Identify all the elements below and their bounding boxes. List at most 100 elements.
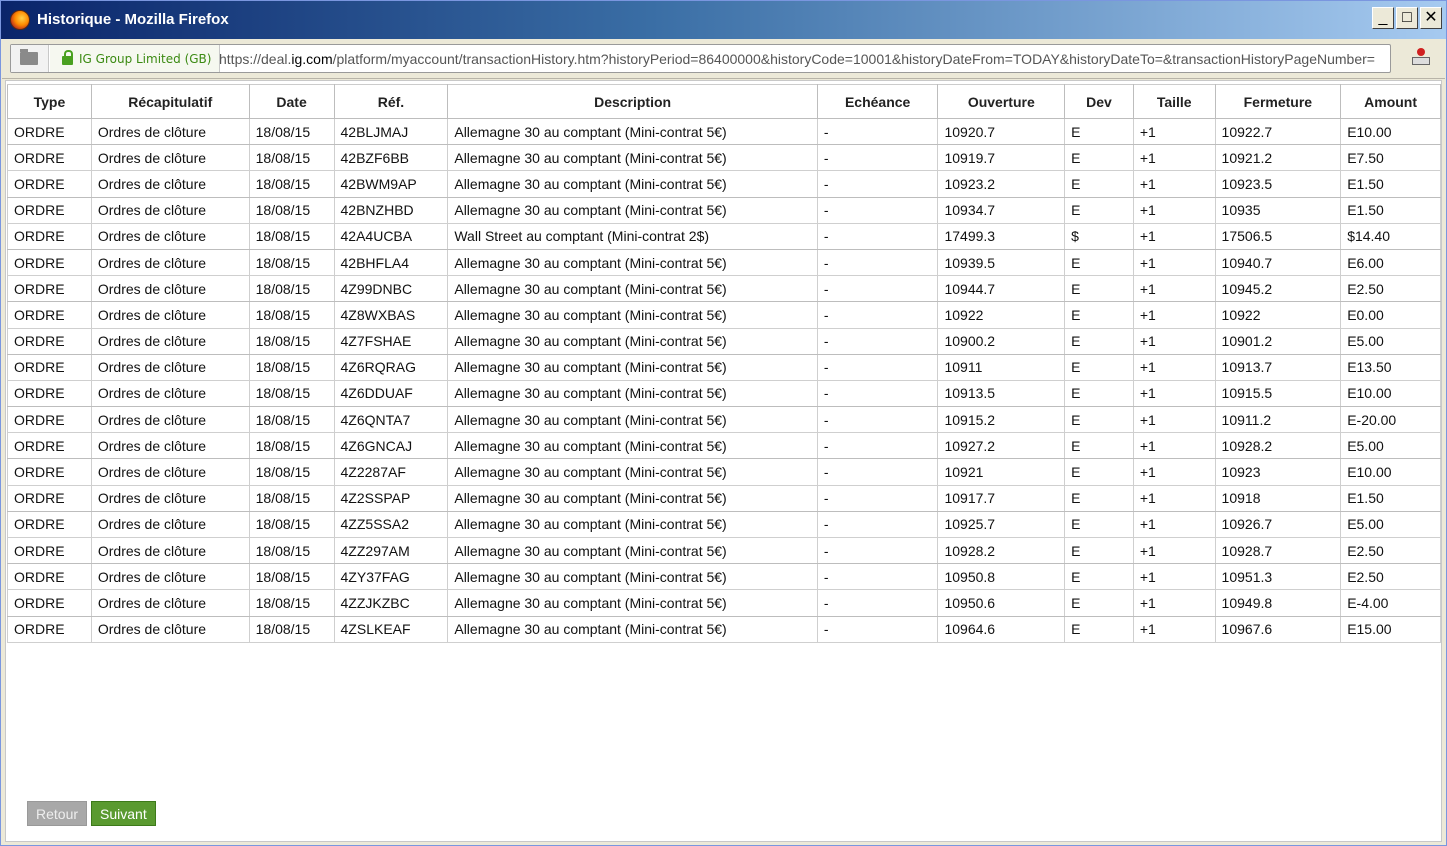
table-row[interactable]: ORDRE Ordres de clôture 18/08/15 4Z2287AF Al… xyxy=(7,458,1441,486)
cell-date: 18/08/15 xyxy=(248,484,335,512)
table-row[interactable]: ORDRE Ordres de clôture 18/08/15 4Z7FSHAE Al… xyxy=(7,327,1441,355)
cell-description: Allemagne 30 au comptant (Mini-contrat 5… xyxy=(447,144,818,172)
table-row[interactable]: ORDRE Ordres de clôture 18/08/15 4Z99DNBC Al… xyxy=(7,275,1441,303)
url-path: /platform/myaccount/transactionHistory.h… xyxy=(332,51,1375,67)
close-button[interactable]: ✕ xyxy=(1420,7,1442,29)
cell-dev: E xyxy=(1064,615,1134,643)
column-header-dev[interactable]: Dev xyxy=(1064,84,1134,119)
cell-description: Allemagne 30 au comptant (Mini-contrat 5… xyxy=(447,563,818,591)
table-row[interactable]: ORDRE Ordres de clôture 18/08/15 4ZSLKEAF Al… xyxy=(7,615,1441,643)
cell-date: 18/08/15 xyxy=(248,144,335,172)
site-identity[interactable]: IG Group Limited (GB) xyxy=(50,45,221,72)
column-header-type[interactable]: Type xyxy=(7,84,92,119)
cell-dev: E xyxy=(1064,196,1134,224)
cell-date: 18/08/15 xyxy=(248,458,335,486)
cell-recapitulatif: Ordres de clôture xyxy=(90,248,250,277)
cell-amount: E6.00 xyxy=(1340,248,1441,277)
cell-dev: E xyxy=(1064,144,1134,172)
column-header-amount[interactable]: Amount xyxy=(1340,84,1441,119)
cell-fermeture: 10949.8 xyxy=(1214,589,1342,617)
page-icon-button[interactable] xyxy=(11,45,49,72)
cell-amount: $14.40 xyxy=(1340,222,1441,250)
cell-ref: 4ZZJKZBC xyxy=(333,589,449,617)
cell-fermeture: 10928.2 xyxy=(1214,432,1342,460)
table-row[interactable]: ORDRE Ordres de clôture 18/08/15 4ZZ5SSA2 Al… xyxy=(7,510,1441,539)
cell-recapitulatif: Ordres de clôture xyxy=(90,458,250,486)
cell-dev: E xyxy=(1064,327,1134,355)
cell-ouverture: 10925.7 xyxy=(937,510,1066,539)
table-row[interactable]: ORDRE Ordres de clôture 18/08/15 4Z6DDUAF Al… xyxy=(7,379,1441,408)
cell-echeance: - xyxy=(816,275,939,303)
cell-recapitulatif: Ordres de clôture xyxy=(90,144,250,172)
cell-ouverture: 10923.2 xyxy=(937,170,1066,198)
cell-description: Allemagne 30 au comptant (Mini-contrat 5… xyxy=(447,275,818,303)
table-row[interactable]: ORDRE Ordres de clôture 18/08/15 42BLJMAJ Al… xyxy=(7,117,1441,146)
cell-date: 18/08/15 xyxy=(248,301,335,329)
cell-ouverture: 10950.8 xyxy=(937,563,1066,591)
cell-description: Allemagne 30 au comptant (Mini-contrat 5… xyxy=(447,458,818,486)
cell-echeance: - xyxy=(816,196,939,224)
table-row[interactable]: ORDRE Ordres de clôture 18/08/15 4ZZ297AM Al… xyxy=(7,536,1441,565)
column-header-description[interactable]: Description xyxy=(447,84,818,119)
table-body: ORDRE Ordres de clôture 18/08/15 42BLJMAJ Al… xyxy=(7,117,1441,643)
column-header-date[interactable]: Date xyxy=(248,84,335,119)
next-button[interactable]: Suivant xyxy=(91,801,156,826)
cell-ref: 4Z8WXBAS xyxy=(333,301,449,329)
table-row[interactable]: ORDRE Ordres de clôture 18/08/15 4Z6RQRAG Al… xyxy=(7,353,1441,381)
cell-amount: E0.00 xyxy=(1340,301,1441,329)
cell-date: 18/08/15 xyxy=(248,196,335,224)
column-header-recapitulatif[interactable]: Récapitulatif xyxy=(90,84,250,119)
table-row[interactable]: ORDRE Ordres de clôture 18/08/15 4ZZJKZBC Al… xyxy=(7,589,1441,617)
cell-description: Allemagne 30 au comptant (Mini-contrat 5… xyxy=(447,353,818,381)
cell-amount: E2.50 xyxy=(1340,275,1441,303)
table-row[interactable]: ORDRE Ordres de clôture 18/08/15 4Z8WXBAS Al… xyxy=(7,301,1441,329)
back-button[interactable]: Retour xyxy=(27,801,88,826)
cell-type: ORDRE xyxy=(7,589,92,617)
cell-recapitulatif: Ordres de clôture xyxy=(90,432,250,460)
cell-ouverture: 10939.5 xyxy=(937,248,1066,277)
url-text[interactable]: https://deal.ig.com/platform/myaccount/t… xyxy=(219,51,1375,67)
cell-fermeture: 10945.2 xyxy=(1214,275,1342,303)
cell-recapitulatif: Ordres de clôture xyxy=(90,510,250,539)
cell-taille: +1 xyxy=(1132,379,1216,408)
cell-type: ORDRE xyxy=(7,170,92,198)
column-header-ouverture[interactable]: Ouverture xyxy=(937,84,1066,119)
table-row[interactable]: ORDRE Ordres de clôture 18/08/15 4Z6GNCAJ Al… xyxy=(7,432,1441,460)
notification-icon[interactable] xyxy=(1411,47,1431,67)
column-header-fermeture[interactable]: Fermeture xyxy=(1214,84,1342,119)
column-header-ref[interactable]: Réf. xyxy=(333,84,449,119)
cell-recapitulatif: Ordres de clôture xyxy=(90,615,250,643)
cell-taille: +1 xyxy=(1132,144,1216,172)
address-bar[interactable]: IG Group Limited (GB) https://deal.ig.co… xyxy=(10,44,1391,73)
cell-amount: E15.00 xyxy=(1340,615,1441,643)
cell-date: 18/08/15 xyxy=(248,406,335,434)
table-row[interactable]: ORDRE Ordres de clôture 18/08/15 4Z2SSPAP Al… xyxy=(7,484,1441,512)
cell-ref: 4ZY37FAG xyxy=(333,563,449,591)
cell-taille: +1 xyxy=(1132,196,1216,224)
table-row[interactable]: ORDRE Ordres de clôture 18/08/15 42BNZHBD Al… xyxy=(7,196,1441,224)
table-row[interactable]: ORDRE Ordres de clôture 18/08/15 42A4UCBA Wa… xyxy=(7,222,1441,250)
cell-amount: E10.00 xyxy=(1340,379,1441,408)
column-header-taille[interactable]: Taille xyxy=(1132,84,1216,119)
cell-fermeture: 10918 xyxy=(1214,484,1342,512)
cell-dev: $ xyxy=(1064,222,1134,250)
maximize-button[interactable]: □ xyxy=(1396,7,1418,29)
table-row[interactable]: ORDRE Ordres de clôture 18/08/15 42BZF6BB Al… xyxy=(7,144,1441,172)
cell-description: Allemagne 30 au comptant (Mini-contrat 5… xyxy=(447,301,818,329)
cell-fermeture: 10901.2 xyxy=(1214,327,1342,355)
cell-ouverture: 10920.7 xyxy=(937,117,1066,146)
cell-ref: 4Z2SSPAP xyxy=(333,484,449,512)
cell-ouverture: 10915.2 xyxy=(937,406,1066,434)
table-row[interactable]: ORDRE Ordres de clôture 18/08/15 4Z6QNTA7 Al… xyxy=(7,406,1441,434)
column-header-echeance[interactable]: Echéance xyxy=(816,84,939,119)
table-row[interactable]: ORDRE Ordres de clôture 18/08/15 42BHFLA4 Al… xyxy=(7,248,1441,277)
cell-taille: +1 xyxy=(1132,327,1216,355)
minimize-button[interactable]: _ xyxy=(1372,7,1394,29)
cell-amount: E10.00 xyxy=(1340,117,1441,146)
cell-date: 18/08/15 xyxy=(248,536,335,565)
cell-ref: 4Z6DDUAF xyxy=(333,379,449,408)
cell-ref: 4Z99DNBC xyxy=(333,275,449,303)
table-row[interactable]: ORDRE Ordres de clôture 18/08/15 42BWM9AP Al… xyxy=(7,170,1441,198)
table-row[interactable]: ORDRE Ordres de clôture 18/08/15 4ZY37FAG Al… xyxy=(7,563,1441,591)
cell-date: 18/08/15 xyxy=(248,222,335,250)
